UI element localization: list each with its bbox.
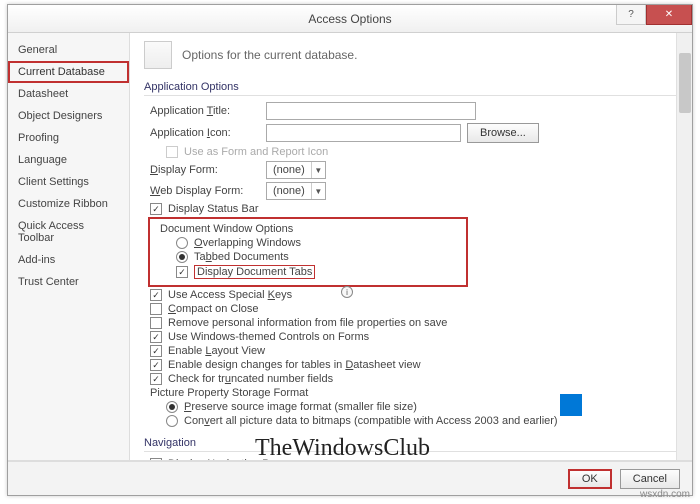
tabbed-documents-label: Tabbed Documents [194, 251, 289, 263]
preserve-format-label: Preserve source image format (smaller fi… [184, 401, 417, 413]
close-button[interactable]: ✕ [646, 5, 692, 25]
chevron-down-icon: ▼ [311, 162, 325, 178]
sidebar-item-current-database[interactable]: Current Database [8, 61, 129, 83]
convert-bitmaps-radio[interactable] [166, 415, 178, 427]
compact-checkbox[interactable] [150, 303, 162, 315]
nav-pane-label: Display Navigation Pane [168, 458, 288, 460]
sidebar-item-proofing[interactable]: Proofing [8, 127, 129, 149]
remove-pi-checkbox[interactable] [150, 317, 162, 329]
status-bar-label: Display Status Bar [168, 203, 258, 215]
sidebar-item-language[interactable]: Language [8, 149, 129, 171]
status-bar-checkbox[interactable]: ✓ [150, 203, 162, 215]
sidebar-item-quick-access-toolbar[interactable]: Quick Access Toolbar [8, 215, 129, 249]
nav-pane-checkbox[interactable]: ✓ [150, 458, 162, 460]
overlapping-windows-radio[interactable] [176, 237, 188, 249]
doc-window-options-label: Document Window Options [160, 223, 462, 235]
remove-pi-label: Remove personal information from file pr… [168, 317, 447, 329]
tabbed-documents-radio[interactable] [176, 251, 188, 263]
sidebar-item-trust-center[interactable]: Trust Center [8, 271, 129, 293]
help-button[interactable]: ? [616, 5, 646, 25]
themed-checkbox[interactable]: ✓ [150, 331, 162, 343]
convert-bitmaps-label: Convert all picture data to bitmaps (com… [184, 415, 558, 427]
web-display-form-label: Web Display Form: [150, 185, 260, 197]
app-icon-input[interactable] [266, 124, 461, 142]
category-sidebar: General Current Database Datasheet Objec… [8, 33, 130, 460]
cancel-button[interactable]: Cancel [620, 469, 680, 489]
vertical-scrollbar[interactable] [676, 33, 692, 460]
document-window-options-highlight: Document Window Options Overlapping Wind… [148, 217, 468, 287]
scrollbar-thumb[interactable] [679, 53, 691, 113]
app-title-label: Application Title: [150, 105, 260, 117]
web-display-form-combo[interactable]: (none)▼ [266, 182, 326, 200]
use-as-icon-checkbox [166, 146, 178, 158]
truncated-checkbox[interactable]: ✓ [150, 373, 162, 385]
preserve-format-radio[interactable] [166, 401, 178, 413]
content-panel: Options for the current database. Applic… [130, 33, 692, 460]
display-form-combo[interactable]: (none)▼ [266, 161, 326, 179]
window-controls: ? ✕ [616, 5, 692, 25]
special-keys-label: Use Access Special Keys [168, 289, 292, 301]
access-options-dialog: Access Options ? ✕ General Current Datab… [7, 4, 693, 496]
layout-view-checkbox[interactable]: ✓ [150, 345, 162, 357]
special-keys-checkbox[interactable]: ✓ [150, 289, 162, 301]
help-icon[interactable]: i [341, 286, 353, 298]
display-document-tabs-checkbox[interactable]: ✓ [176, 266, 188, 278]
themed-label: Use Windows-themed Controls on Forms [168, 331, 369, 343]
design-changes-label: Enable design changes for tables in Data… [168, 359, 421, 371]
truncated-label: Check for truncated number fields [168, 373, 333, 385]
sidebar-item-object-designers[interactable]: Object Designers [8, 105, 129, 127]
compact-label: Compact on Close [168, 303, 259, 315]
sidebar-item-general[interactable]: General [8, 39, 129, 61]
use-as-icon-label: Use as Form and Report Icon [184, 146, 328, 158]
sidebar-item-datasheet[interactable]: Datasheet [8, 83, 129, 105]
design-changes-checkbox[interactable]: ✓ [150, 359, 162, 371]
window-title: Access Options [8, 12, 692, 26]
page-description: Options for the current database. [182, 48, 357, 62]
app-icon-label: Application Icon: [150, 127, 260, 139]
sidebar-item-client-settings[interactable]: Client Settings [8, 171, 129, 193]
display-document-tabs-label: Display Document Tabs [194, 265, 315, 279]
sidebar-item-customize-ribbon[interactable]: Customize Ribbon [8, 193, 129, 215]
app-title-input[interactable] [266, 102, 476, 120]
sidebar-item-addins[interactable]: Add-ins [8, 249, 129, 271]
ok-button[interactable]: OK [568, 469, 612, 489]
chevron-down-icon: ▼ [311, 183, 325, 199]
group-navigation: Navigation [144, 433, 682, 452]
display-form-label: Display Form: [150, 164, 260, 176]
browse-button[interactable]: Browse... [467, 123, 539, 143]
source-url: wsxdn.com [640, 489, 690, 500]
picture-storage-label: Picture Property Storage Format [150, 387, 682, 399]
database-icon [144, 41, 172, 69]
group-application-options: Application Options [144, 77, 682, 96]
layout-view-label: Enable Layout View [168, 345, 265, 357]
dialog-footer: OK Cancel [8, 461, 692, 495]
overlapping-windows-label: Overlapping Windows [194, 237, 301, 249]
titlebar: Access Options ? ✕ [8, 5, 692, 33]
